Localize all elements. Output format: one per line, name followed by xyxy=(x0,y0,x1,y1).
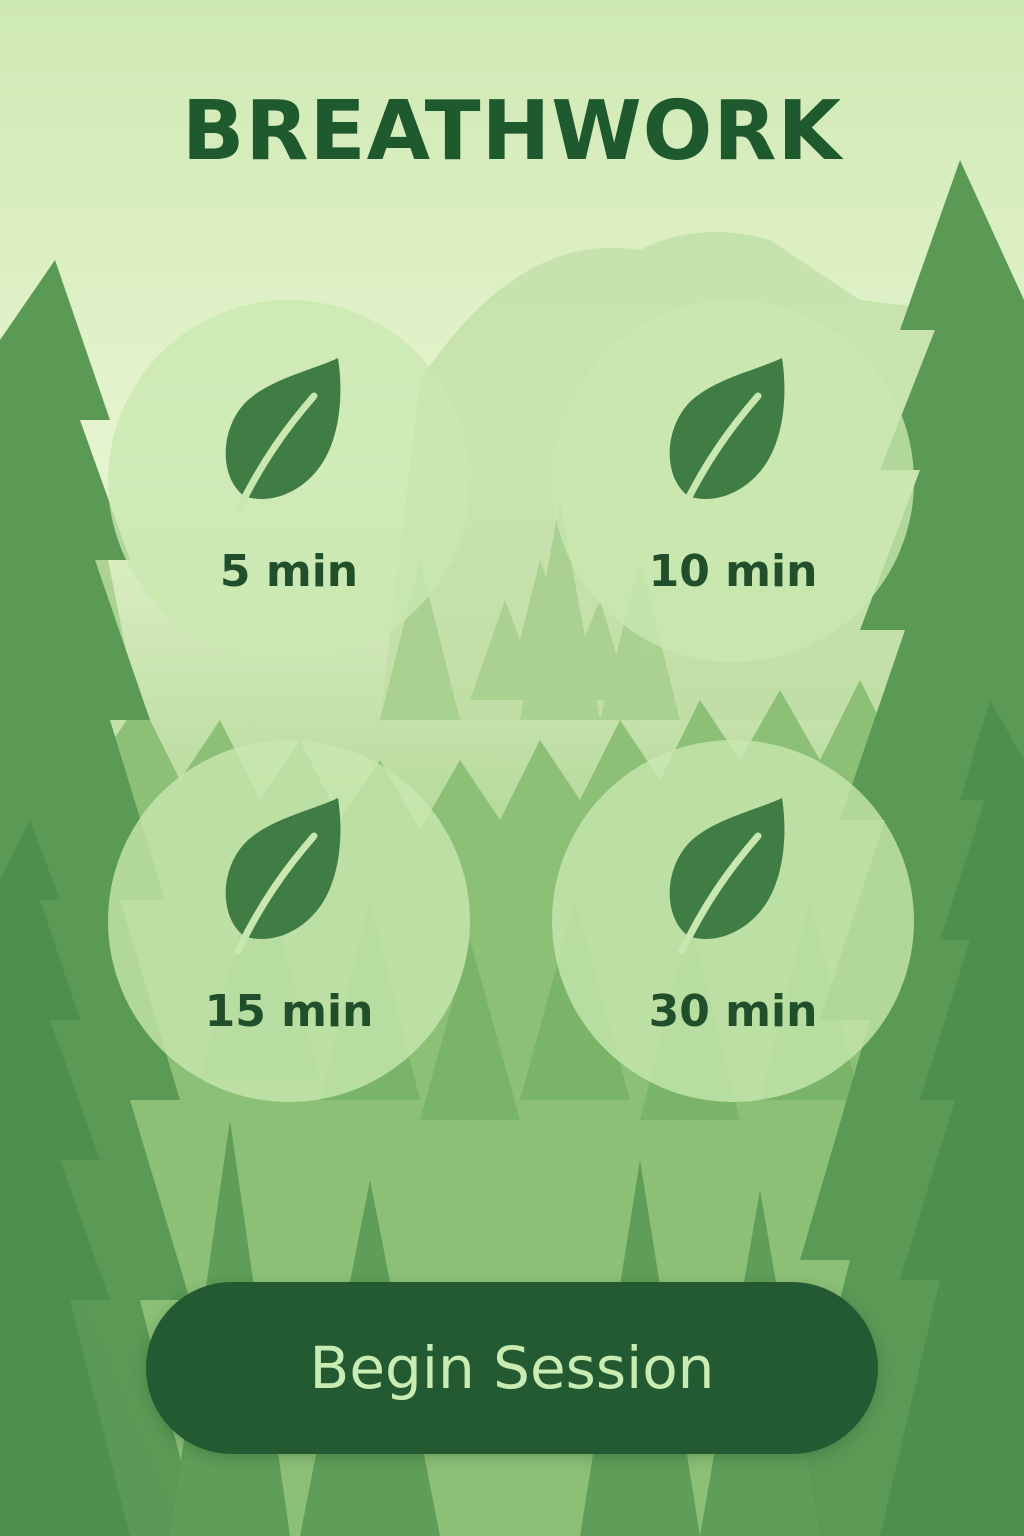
duration-label: 10 min xyxy=(648,546,818,597)
leaf-icon xyxy=(669,358,785,515)
page-title: BREATHWORK xyxy=(181,84,843,179)
duration-option-15-min[interactable]: 15 min xyxy=(108,740,470,1102)
duration-option-10-min[interactable]: 10 min xyxy=(552,300,914,662)
leaf-icon xyxy=(225,358,341,515)
duration-label: 30 min xyxy=(648,986,818,1037)
begin-session-button[interactable]: Begin Session xyxy=(146,1282,878,1454)
leaf-icon xyxy=(225,798,341,955)
duration-label: 15 min xyxy=(204,986,374,1037)
duration-label: 5 min xyxy=(219,546,359,597)
duration-option-30-min[interactable]: 30 min xyxy=(552,740,914,1102)
duration-option-5-min[interactable]: 5 min xyxy=(108,300,470,662)
leaf-icon xyxy=(669,798,785,955)
